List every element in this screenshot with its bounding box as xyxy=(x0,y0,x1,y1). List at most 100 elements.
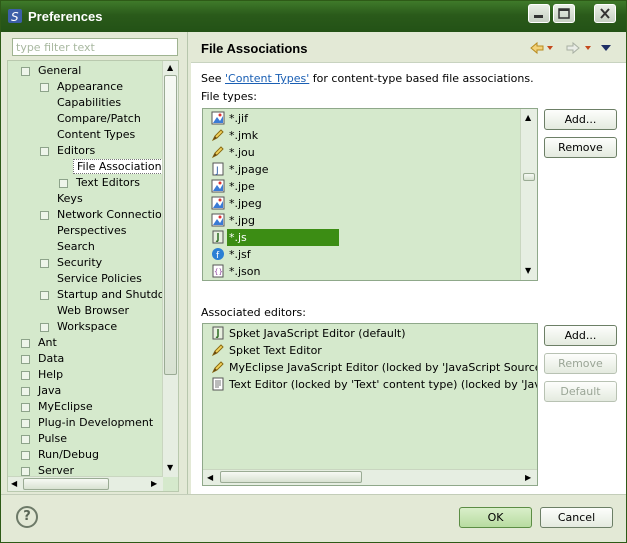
tree-item-label: Data xyxy=(38,352,65,365)
scroll-down-arrow-icon[interactable]: ▼ xyxy=(525,266,531,275)
default-editor-button[interactable]: Default xyxy=(544,381,617,402)
tree-item[interactable]: Data xyxy=(21,351,67,367)
tree-item[interactable]: Startup and Shutdown xyxy=(40,287,163,303)
tree-item[interactable]: Text Editors xyxy=(59,175,143,191)
file-type-name: *.jou xyxy=(229,146,255,159)
tree-item[interactable]: Web Browser xyxy=(54,303,132,319)
add-editor-button[interactable]: Add... xyxy=(544,325,617,346)
associated-editors-label: Associated editors: xyxy=(201,306,306,319)
expand-icon[interactable] xyxy=(21,403,30,412)
image-file-icon xyxy=(211,111,225,125)
scroll-up-arrow-icon[interactable]: ▲ xyxy=(167,63,173,72)
tree-item[interactable]: Help xyxy=(21,367,66,383)
editors-hscroll-thumb[interactable] xyxy=(220,471,362,483)
preference-tree: General Appearance Capabilities Compare/Pat… xyxy=(8,61,163,477)
cancel-button[interactable]: Cancel xyxy=(540,507,613,528)
content-types-link[interactable]: 'Content Types' xyxy=(225,72,309,85)
tree-item-label: Run/Debug xyxy=(38,448,99,461)
file-types-vscrollbar[interactable]: ▲ ▼ xyxy=(520,109,537,280)
tree-item[interactable]: Capabilities xyxy=(54,95,124,111)
filter-input[interactable]: type filter text xyxy=(12,38,178,56)
tree-item-label: Appearance xyxy=(57,80,124,93)
tree-item[interactable]: Perspectives xyxy=(54,223,129,239)
tree-item[interactable]: Workspace xyxy=(40,319,120,335)
minimize-button[interactable] xyxy=(528,4,550,23)
scroll-up-arrow-icon[interactable]: ▲ xyxy=(525,113,531,122)
remove-editor-button[interactable]: Remove xyxy=(544,353,617,374)
expand-icon[interactable] xyxy=(21,355,30,364)
expand-icon[interactable] xyxy=(40,83,49,92)
tree-item-label: Help xyxy=(38,368,64,381)
footer-separator xyxy=(1,494,626,495)
scroll-left-arrow-icon[interactable]: ◀ xyxy=(207,473,213,482)
expand-icon[interactable] xyxy=(21,419,30,428)
scroll-down-arrow-icon[interactable]: ▼ xyxy=(167,463,173,472)
file-type-name: *.jpage xyxy=(229,163,269,176)
editors-hscrollbar[interactable]: ◀ ▶ xyxy=(203,469,537,485)
expand-icon[interactable] xyxy=(40,259,49,268)
tree-item[interactable]: Run/Debug xyxy=(21,447,102,463)
tree-item[interactable]: Ant xyxy=(21,335,60,351)
editor-name: Spket JavaScript Editor (default) xyxy=(229,327,406,340)
tree-item[interactable]: Java xyxy=(21,383,64,399)
tree-item[interactable]: Keys xyxy=(54,191,86,207)
tree-item[interactable]: Service Policies xyxy=(54,271,145,287)
tree-item[interactable]: Security xyxy=(40,255,105,271)
view-menu-chevron-icon[interactable] xyxy=(601,45,611,51)
expand-icon[interactable] xyxy=(21,339,30,348)
tree-hscroll-thumb[interactable] xyxy=(23,478,109,490)
tree-item[interactable]: Pulse xyxy=(21,431,70,447)
editor-name: MyEclipse JavaScript Editor (locked by '… xyxy=(229,361,538,374)
expand-icon[interactable] xyxy=(40,323,49,332)
tree-item[interactable]: Editors xyxy=(40,143,98,159)
file-type-name: *.jpg xyxy=(229,214,256,227)
tree-vertical-scrollbar[interactable]: ▲ ▼ xyxy=(162,61,178,477)
tree-item[interactable]: Server xyxy=(21,463,77,477)
file-types-vscroll-thumb[interactable] xyxy=(523,173,535,181)
add-file-type-button[interactable]: Add... xyxy=(544,109,617,130)
file-types-list[interactable]: ▲ ▼ *.jif *.jmk *.jou J *.jpage *.jpe *.jpeg *.… xyxy=(202,108,538,281)
scroll-right-arrow-icon[interactable]: ▶ xyxy=(525,473,531,482)
expand-icon[interactable] xyxy=(21,451,30,460)
tree-item-label: Workspace xyxy=(57,320,118,333)
expand-icon[interactable] xyxy=(59,179,68,188)
java-page-icon: J xyxy=(211,162,225,176)
file-type-name: *.jsf xyxy=(229,248,251,261)
tree-item[interactable]: Content Types xyxy=(54,127,138,143)
scroll-left-arrow-icon[interactable]: ◀ xyxy=(11,479,17,488)
tree-item[interactable]: Appearance xyxy=(40,79,126,95)
expand-icon[interactable] xyxy=(21,371,30,380)
tree-item[interactable]: Search xyxy=(54,239,98,255)
tree-horizontal-scrollbar[interactable]: ◀ ▶ xyxy=(8,476,163,491)
associated-editors-list[interactable]: ◀ ▶ Spket JavaScript Editor (default) Spk… xyxy=(202,323,538,486)
tree-item[interactable]: File Associations xyxy=(73,159,163,175)
forward-arrow-icon[interactable] xyxy=(566,41,580,55)
file-type-name: *.js xyxy=(227,229,339,246)
expand-icon[interactable] xyxy=(21,435,30,444)
tree-item[interactable]: Plug-in Development xyxy=(21,415,156,431)
expand-icon[interactable] xyxy=(40,211,49,220)
ok-button[interactable]: OK xyxy=(459,507,532,528)
pane-divider[interactable] xyxy=(187,32,188,494)
tree-item[interactable]: Compare/Patch xyxy=(54,111,144,127)
tree-item[interactable]: General xyxy=(21,63,84,79)
collapse-icon[interactable] xyxy=(40,147,49,156)
scroll-right-arrow-icon[interactable]: ▶ xyxy=(151,479,157,488)
tree-item[interactable]: MyEclipse xyxy=(21,399,96,415)
expand-icon[interactable] xyxy=(21,467,30,476)
back-arrow-icon[interactable] xyxy=(530,41,544,55)
forward-menu-chevron-icon[interactable] xyxy=(585,46,591,50)
remove-file-type-button[interactable]: Remove xyxy=(544,137,617,158)
tree-item-label: MyEclipse xyxy=(38,400,93,413)
collapse-icon[interactable] xyxy=(21,67,30,76)
tree-vscroll-thumb[interactable] xyxy=(164,75,177,375)
svg-text:J: J xyxy=(215,166,219,176)
back-menu-chevron-icon[interactable] xyxy=(547,46,553,50)
tree-item-label: Content Types xyxy=(57,128,136,141)
help-icon[interactable]: ? xyxy=(16,506,38,528)
maximize-button[interactable] xyxy=(553,4,575,23)
expand-icon[interactable] xyxy=(40,291,49,300)
tree-item[interactable]: Network Connections xyxy=(40,207,163,223)
close-button[interactable] xyxy=(594,4,616,23)
expand-icon[interactable] xyxy=(21,387,30,396)
